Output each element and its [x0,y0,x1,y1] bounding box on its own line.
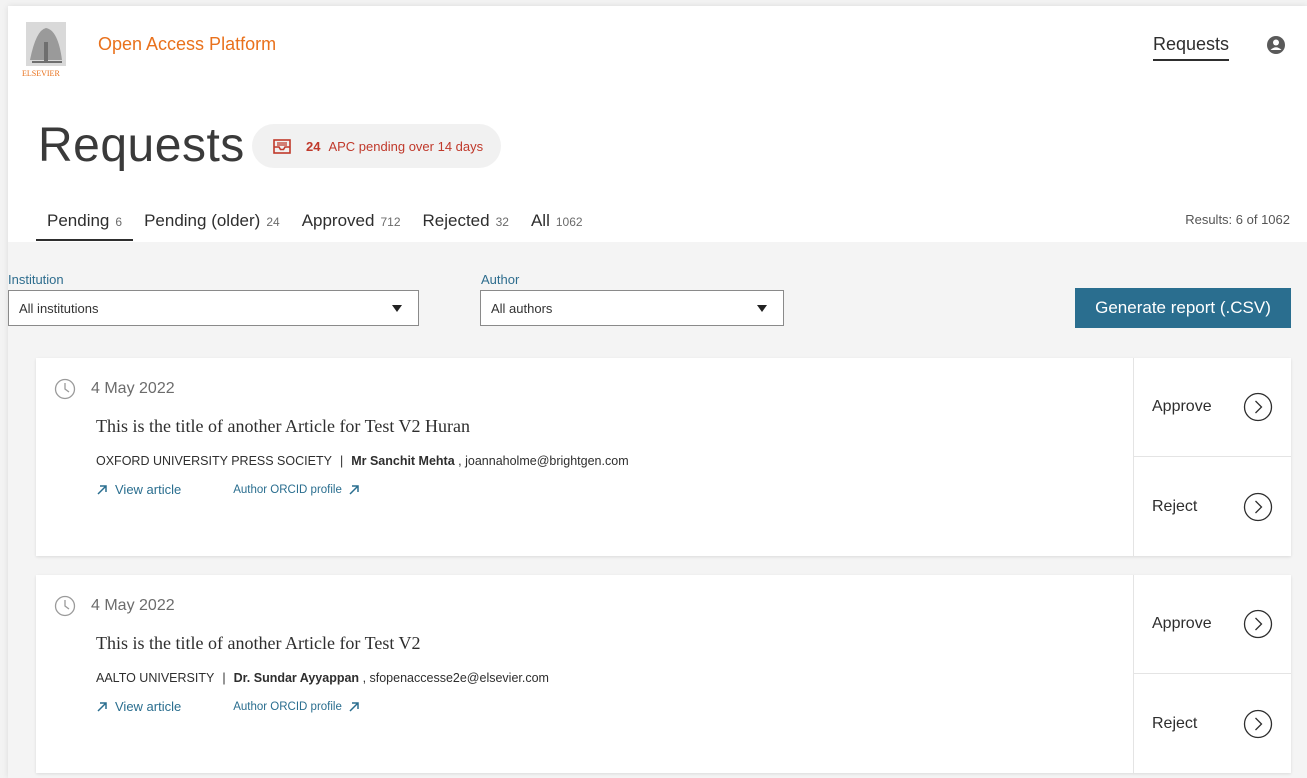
chevron-right-circle-icon [1243,609,1273,639]
institution-filter-label: Institution [8,272,64,287]
tab-pending[interactable]: Pending 6 [36,211,134,241]
request-actions: Approve Reject [1133,575,1291,773]
institution-select[interactable]: All institutions [8,290,419,326]
author-orcid-link[interactable]: Author ORCID profile [233,484,360,496]
request-card: 4 May 2022 This is the title of another … [36,575,1291,773]
reject-label: Reject [1152,714,1198,732]
author-orcid-link[interactable]: Author ORCID profile [233,701,360,713]
orcid-label: Author ORCID profile [233,483,342,496]
request-meta: OXFORD UNIVERSITY PRESS SOCIETY | Mr Sanch… [96,454,629,468]
request-links: View article Author ORCID profile [96,482,360,497]
tab-label: Pending (older) [144,211,261,230]
tab-count: 1062 [555,215,583,229]
view-article-link[interactable]: View article [96,482,181,497]
request-card-body: 4 May 2022 This is the title of another … [36,358,1133,556]
author-email: , sfopenaccesse2e@elsevier.com [362,671,549,685]
tab-count: 712 [380,215,401,229]
institution-name: AALTO UNIVERSITY [96,671,215,685]
author-select-value: All authors [491,300,553,316]
tab-label: Approved [301,211,375,230]
tab-count: 24 [266,215,280,229]
tab-label: Pending [47,211,110,230]
chevron-right-circle-icon [1243,492,1273,521]
institution-select-value: All institutions [19,300,99,316]
orcid-label: Author ORCID profile [233,700,342,713]
reject-button[interactable]: Reject [1134,457,1291,556]
view-article-label: View article [115,699,182,714]
status-tabs: Pending 6 Pending (older) 24 Approved 71… [36,211,594,241]
elsevier-logo[interactable]: ELSEVIER [22,20,78,80]
tab-approved[interactable]: Approved 712 [291,211,412,241]
arrow-up-right-icon [349,484,359,495]
institution-name: OXFORD UNIVERSITY PRESS SOCIETY [96,454,332,468]
arrow-up-right-icon [349,701,359,712]
elsevier-tree-logo-icon: ELSEVIER [22,22,66,78]
app-window: ELSEVIER Open Access Platform Requests R… [8,6,1307,778]
user-avatar-icon[interactable] [1266,35,1286,55]
approve-button[interactable]: Approve [1134,358,1291,457]
arrow-up-right-icon [97,484,107,495]
chevron-right-circle-icon [1243,709,1273,738]
caret-down-icon [392,305,402,312]
tab-count: 32 [495,215,509,229]
approve-button[interactable]: Approve [1134,575,1291,674]
generate-report-button[interactable]: Generate report (.CSV) [1075,288,1291,328]
reject-label: Reject [1152,497,1198,515]
clock-icon [54,595,76,617]
tab-label: All [530,211,550,230]
pending-apc-badge[interactable]: 24 APC pending over 14 days [252,124,502,168]
article-title: This is the title of another Article for… [96,416,470,436]
tab-rejected[interactable]: Rejected 32 [412,211,520,241]
author-name: Dr. Sundar Ayyappan [233,671,360,685]
clock-icon [54,378,76,400]
tab-count: 6 [115,215,123,229]
approve-label: Approve [1152,398,1212,415]
top-bar: ELSEVIER Open Access Platform Requests [8,6,1307,96]
view-article-label: View article [115,482,182,497]
reject-button[interactable]: Reject [1134,674,1291,773]
results-count: Results: 6 of 1062 [1185,212,1290,227]
chevron-right-circle-icon [1243,392,1273,422]
author-filter-label: Author [481,272,520,287]
meta-separator: | [222,671,226,685]
author-email: , joannaholme@brightgen.com [458,454,629,468]
inbox-tray-icon [273,139,291,154]
author-select[interactable]: All authors [480,290,784,326]
logo-wordmark: ELSEVIER [22,69,60,78]
author-name: Mr Sanchit Mehta [351,454,455,468]
tab-pending-older[interactable]: Pending (older) 24 [133,211,291,241]
pending-badge-count: 24 [306,138,321,154]
request-date: 4 May 2022 [91,380,175,397]
request-card: 4 May 2022 This is the title of another … [36,358,1291,556]
pending-badge-text: APC pending over 14 days [328,138,484,154]
tab-label: Rejected [422,211,490,230]
request-card-body: 4 May 2022 This is the title of another … [36,575,1133,773]
view-article-link[interactable]: View article [96,699,181,714]
nav-requests-link[interactable]: Requests [1153,34,1230,61]
meta-separator: | [339,454,344,468]
caret-down-icon [757,305,767,312]
arrow-up-right-icon [97,701,107,712]
page-title: Requests [38,119,245,172]
approve-label: Approve [1152,615,1212,632]
user-icon-svg [1267,36,1285,54]
request-links: View article Author ORCID profile [96,699,360,714]
content-area: Institution All institutions Author All … [8,242,1307,778]
request-meta: AALTO UNIVERSITY | Dr. Sundar Ayyappan , s… [96,671,549,685]
tab-all[interactable]: All 1062 [520,211,594,241]
brand-title[interactable]: Open Access Platform [98,34,276,55]
request-date: 4 May 2022 [91,597,175,614]
article-title: This is the title of another Article for… [96,633,421,653]
request-actions: Approve Reject [1133,358,1291,556]
